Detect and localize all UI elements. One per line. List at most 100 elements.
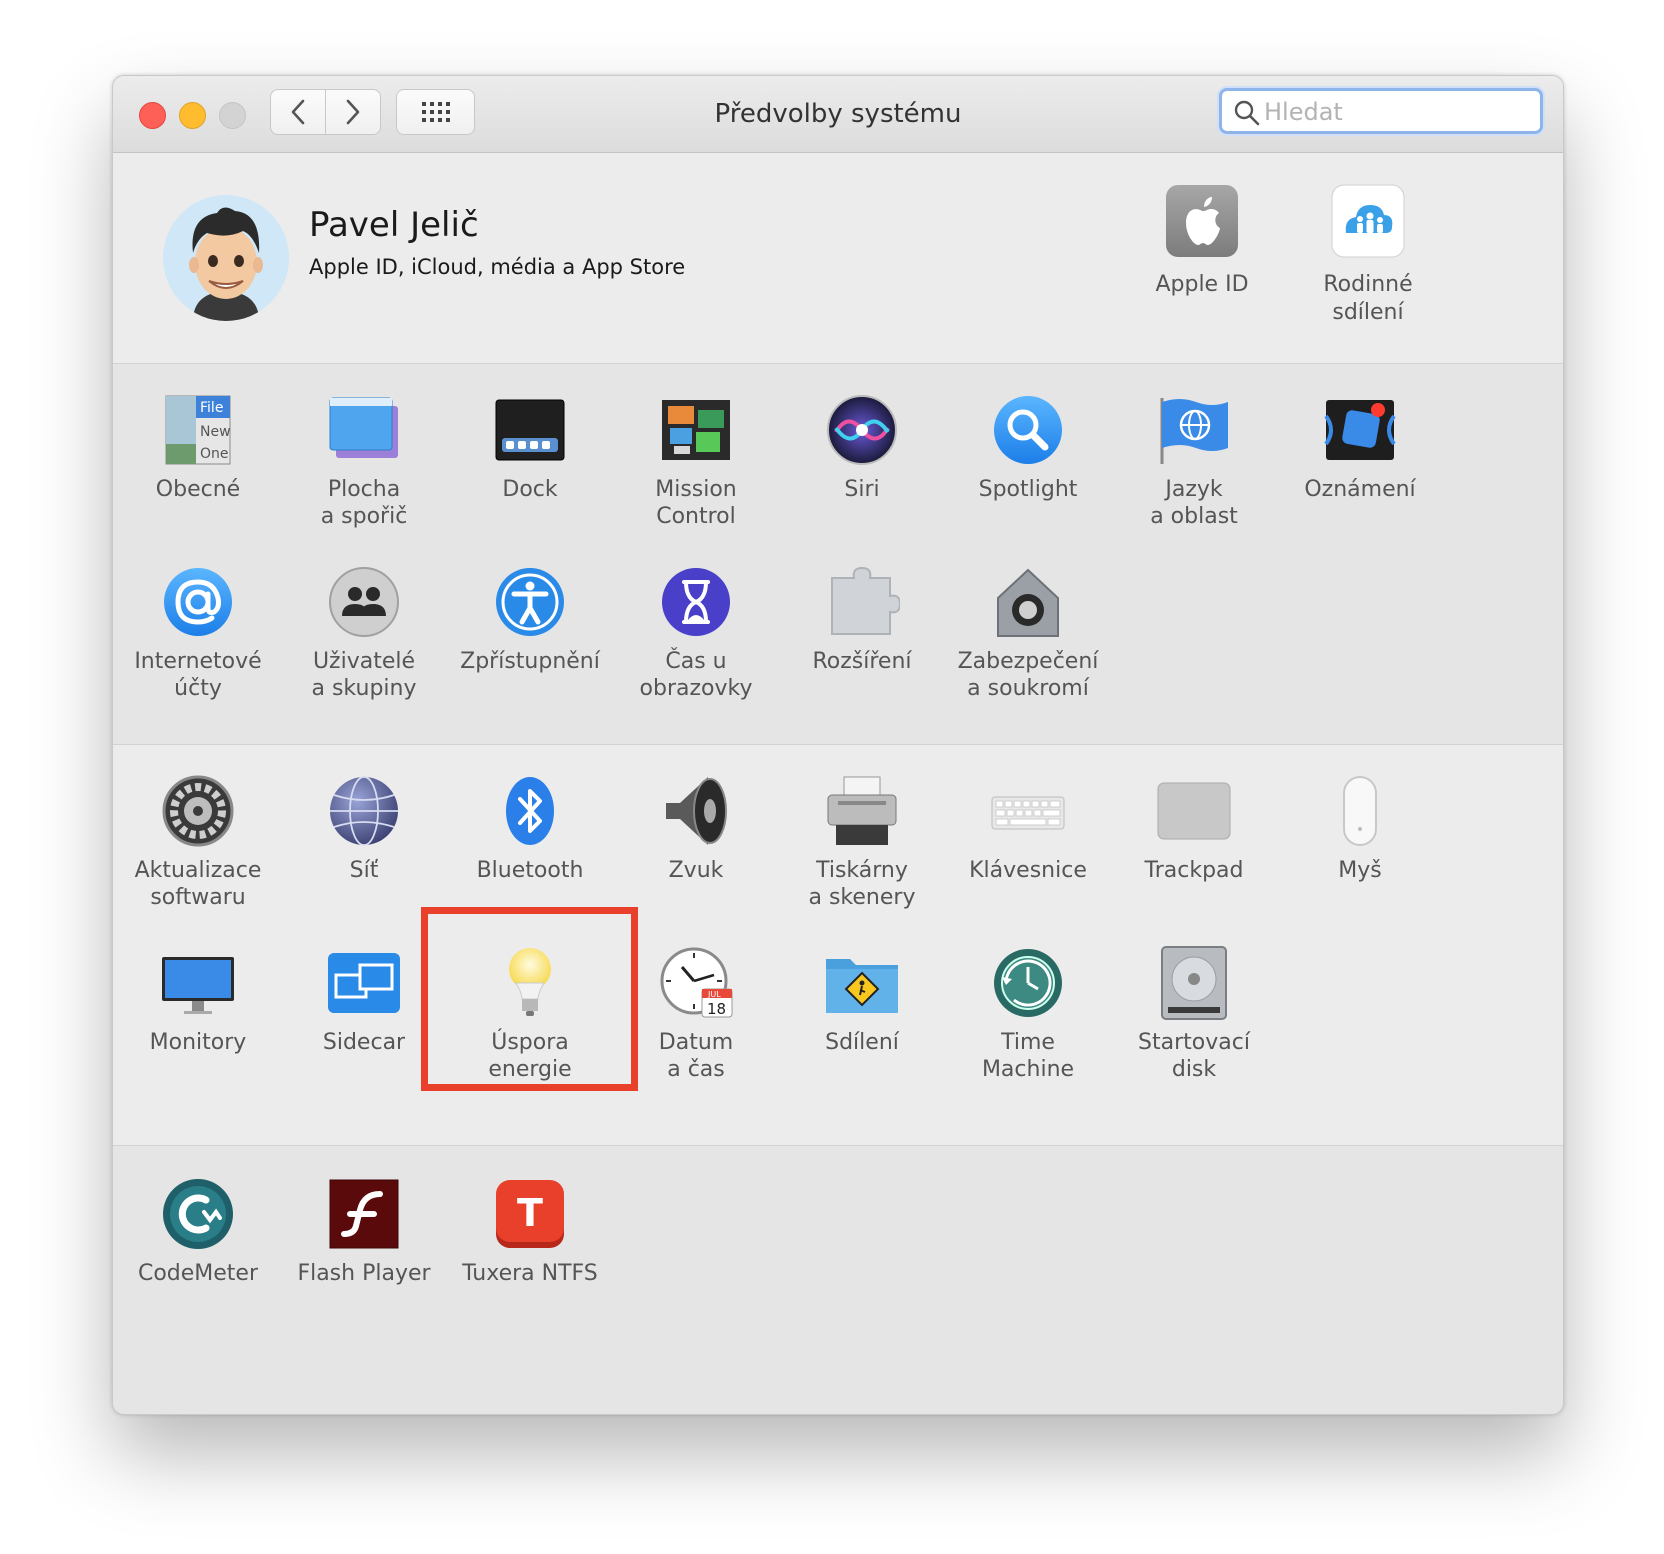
bluetooth-icon	[492, 773, 568, 849]
pref-bluetooth[interactable]: Bluetooth	[445, 773, 615, 884]
pref-label: Time Machine	[981, 1030, 1075, 1082]
pref-label: Tuxera NTFS	[462, 1261, 598, 1286]
pref-displays[interactable]: Monitory	[113, 945, 283, 1056]
sharing-icon	[824, 945, 900, 1021]
pref-apple-id[interactable]: Apple ID	[1132, 183, 1272, 299]
pref-desktop-screensaver[interactable]: Plocha a spořič	[279, 392, 449, 530]
pref-label: Plocha a spořič	[320, 477, 408, 529]
pref-label: Sdílení	[825, 1030, 899, 1055]
pref-family-sharing[interactable]: Rodinné sdílení	[1298, 183, 1438, 327]
pref-label: Zpřístupnění	[460, 649, 600, 674]
accessibility-icon	[492, 564, 568, 640]
language-region-icon	[1156, 392, 1232, 468]
pref-label: Zvuk	[668, 858, 724, 883]
pref-label: Oznámení	[1304, 477, 1416, 502]
pref-dock[interactable]: Dock	[445, 392, 615, 503]
printers-scanners-icon	[824, 773, 900, 849]
pref-keyboard[interactable]: Klávesnice	[943, 773, 1113, 884]
pref-label: CodeMeter	[137, 1261, 259, 1286]
chevron-left-icon	[291, 99, 305, 125]
user-name: Pavel Jelič	[309, 205, 479, 245]
pref-security-privacy[interactable]: Zabezpečení a soukromí	[943, 564, 1113, 702]
personal-section: File New One Obecné Plocha a spořič Dock…	[113, 364, 1563, 745]
pref-label: Mission Control	[655, 477, 737, 529]
pref-startup-disk[interactable]: Startovací disk	[1109, 945, 1279, 1083]
pref-mouse[interactable]: Myš	[1275, 773, 1445, 884]
pref-sidecar[interactable]: Sidecar	[279, 945, 449, 1056]
pref-siri[interactable]: Siri	[777, 392, 947, 503]
system-preferences-window: Předvolby systému Pavel Jelič Apple ID, …	[112, 75, 1564, 1415]
pref-label: Rodinné sdílení	[1323, 272, 1413, 325]
minimize-button[interactable]	[179, 102, 206, 129]
pref-tuxera-ntfs[interactable]: T Tuxera NTFS	[445, 1176, 615, 1287]
pref-accessibility[interactable]: Zpřístupnění	[445, 564, 615, 675]
other-section: CodeMeter Flash Player T Tuxera NTFS	[113, 1146, 1563, 1414]
pref-language-region[interactable]: Jazyk a oblast	[1109, 392, 1279, 530]
pref-flash-player[interactable]: Flash Player	[279, 1176, 449, 1287]
mouse-icon	[1322, 773, 1398, 849]
general-icon: File New One	[160, 392, 236, 468]
date-time-icon: JUL 18	[658, 945, 734, 1021]
pref-mission-control[interactable]: Mission Control	[611, 392, 781, 530]
general-icon-text: File	[200, 400, 223, 416]
screen-time-icon	[658, 564, 734, 640]
sound-icon	[658, 773, 734, 849]
pref-label: Flash Player	[297, 1261, 431, 1286]
pref-label: Sidecar	[322, 1030, 406, 1055]
sidecar-icon	[326, 945, 402, 1021]
security-privacy-icon	[990, 564, 1066, 640]
mission-control-icon	[658, 392, 734, 468]
software-update-icon	[160, 773, 236, 849]
pref-label: Tiskárny a skenery	[808, 858, 916, 910]
avatar[interactable]	[163, 195, 289, 321]
search-input[interactable]	[1262, 91, 1536, 133]
close-button[interactable]	[139, 102, 166, 129]
hardware-section: Aktualizace softwaru Síť Bluetooth Zvuk …	[113, 745, 1563, 1146]
pref-notifications[interactable]: Oznámení	[1275, 392, 1445, 503]
pref-software-update[interactable]: Aktualizace softwaru	[113, 773, 283, 911]
general-icon-text: New	[200, 424, 231, 440]
siri-icon	[824, 392, 900, 468]
forward-button[interactable]	[325, 89, 381, 135]
pref-codemeter[interactable]: CodeMeter	[113, 1176, 283, 1287]
pref-spotlight[interactable]: Spotlight	[943, 392, 1113, 503]
desktop-screensaver-icon	[326, 392, 402, 468]
pref-label: Aktualizace softwaru	[134, 858, 262, 910]
pref-energy-saver[interactable]: Úspora energie	[445, 945, 615, 1083]
notifications-icon	[1322, 392, 1398, 468]
pref-printers-scanners[interactable]: Tiskárny a skenery	[777, 773, 947, 911]
pref-label: Rozšíření	[812, 649, 912, 674]
pref-label: Monitory	[149, 1030, 247, 1055]
energy-saver-icon	[492, 945, 568, 1021]
pref-label: Startovací disk	[1138, 1030, 1250, 1082]
zoom-button[interactable]	[219, 102, 246, 129]
tuxera-icon-letter: T	[517, 1191, 543, 1235]
grid-icon	[421, 102, 450, 122]
pref-time-machine[interactable]: Time Machine	[943, 945, 1113, 1083]
pref-label: Zabezpečení a soukromí	[957, 649, 1099, 701]
apple-logo-icon	[1164, 183, 1240, 259]
pref-network[interactable]: Síť	[279, 773, 449, 884]
tuxera-ntfs-icon: T	[492, 1176, 568, 1252]
show-all-button[interactable]	[396, 89, 475, 135]
apple-id-banner: Pavel Jelič Apple ID, iCloud, média a Ap…	[113, 153, 1563, 364]
internet-accounts-icon	[160, 564, 236, 640]
pref-trackpad[interactable]: Trackpad	[1109, 773, 1279, 884]
pref-label: Obecné	[155, 477, 241, 502]
pref-extensions[interactable]: Rozšíření	[777, 564, 947, 675]
calendar-month: JUL	[707, 990, 721, 999]
pref-general[interactable]: File New One Obecné	[113, 392, 283, 503]
pref-date-time[interactable]: JUL 18 Datum a čas	[611, 945, 781, 1083]
pref-screen-time[interactable]: Čas u obrazovky	[611, 564, 781, 702]
pref-sharing[interactable]: Sdílení	[777, 945, 947, 1056]
back-button[interactable]	[270, 89, 326, 135]
pref-label: Internetové účty	[134, 649, 262, 701]
pref-label: Apple ID	[1155, 272, 1249, 297]
pref-internet-accounts[interactable]: Internetové účty	[113, 564, 283, 702]
network-icon	[326, 773, 402, 849]
search-field[interactable]	[1219, 88, 1543, 134]
pref-label: Datum a čas	[658, 1030, 734, 1082]
pref-users-groups[interactable]: Uživatelé a skupiny	[279, 564, 449, 702]
pref-sound[interactable]: Zvuk	[611, 773, 781, 884]
family-sharing-icon	[1330, 183, 1406, 259]
